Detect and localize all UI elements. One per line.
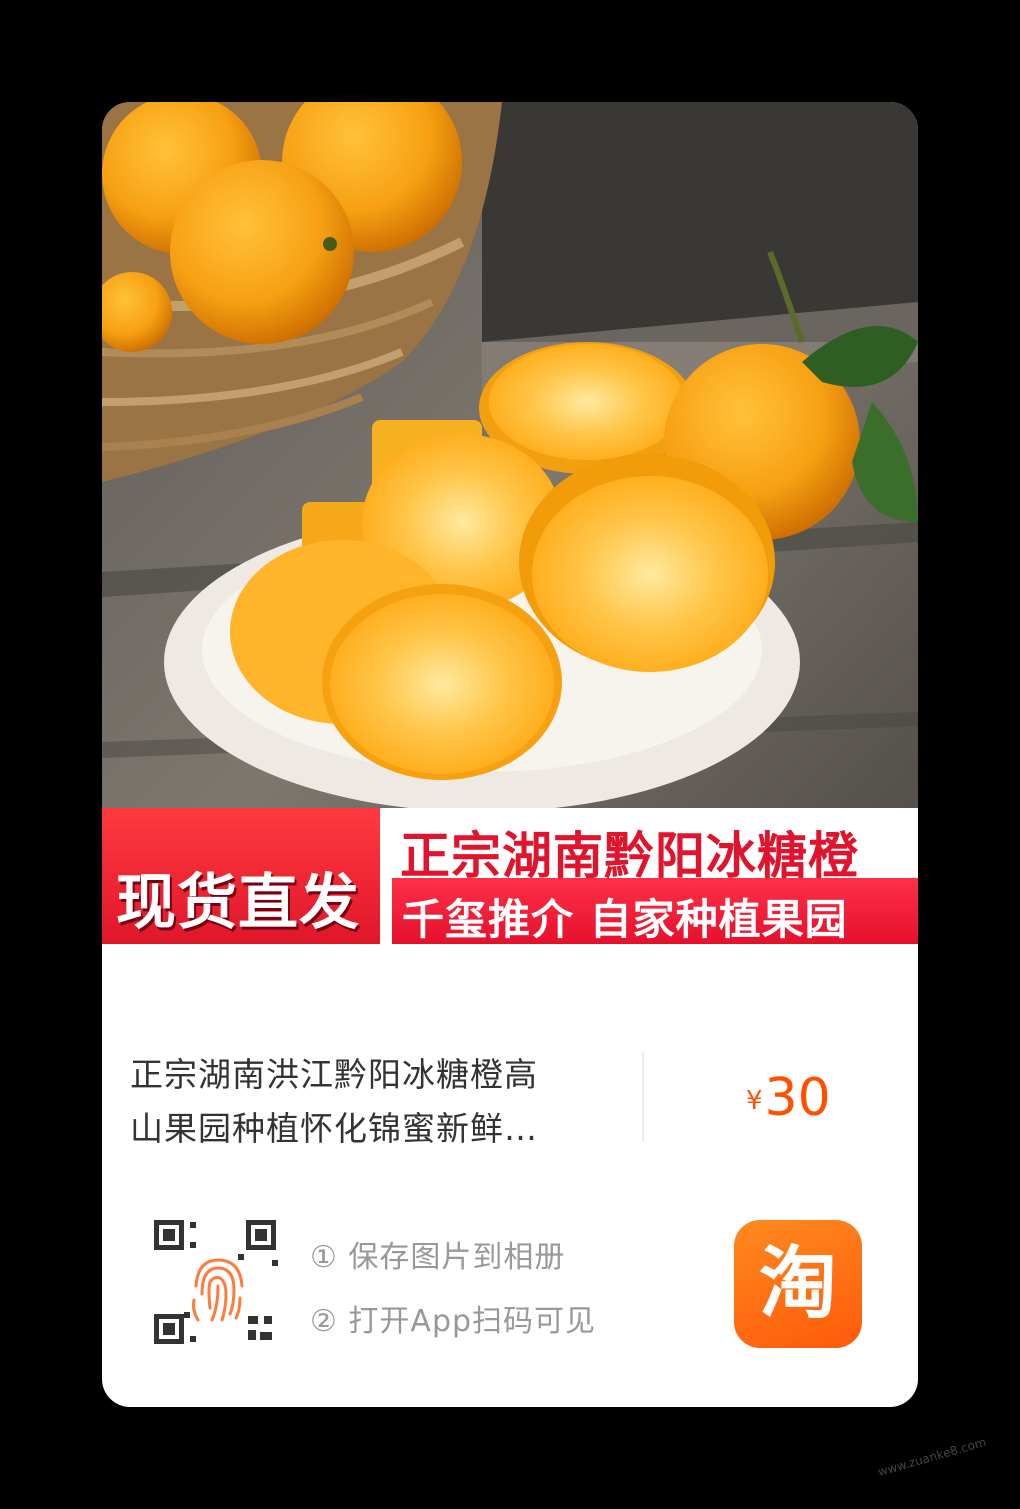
divider — [642, 1052, 644, 1142]
fingerprint-qr-icon — [154, 1220, 278, 1344]
price: ¥30 — [746, 1068, 831, 1128]
qr-code[interactable] — [154, 1220, 282, 1348]
promo-banner: 现货直发 正宗湖南黔阳冰糖橙 千玺推介 自家种植果园 — [102, 808, 918, 944]
banner-tag: 现货直发 — [116, 868, 360, 938]
product-photo: 现货直发 正宗湖南黔阳冰糖橙 千玺推介 自家种植果园 — [102, 102, 918, 944]
step-open-app: ② 打开App扫码可见 — [310, 1304, 597, 1339]
step-save-image: ① 保存图片到相册 — [310, 1240, 566, 1275]
banner-title: 正宗湖南黔阳冰糖橙 — [400, 827, 859, 885]
product-share-card: 现货直发 正宗湖南黔阳冰糖橙 千玺推介 自家种植果园 正宗湖南洪江黔阳冰糖橙高 … — [102, 102, 918, 1407]
taobao-icon[interactable]: 淘 — [734, 1220, 862, 1348]
banner-subtitle: 千玺推介 自家种植果园 — [402, 895, 848, 944]
product-title[interactable]: 正宗湖南洪江黔阳冰糖橙高 山果园种植怀化锦蜜新鲜… — [130, 1048, 600, 1156]
product-title-line2: 山果园种植怀化锦蜜新鲜… — [130, 1109, 538, 1148]
watermark: www.zuanke8.com — [876, 1434, 988, 1480]
price-currency: ¥ — [746, 1086, 763, 1116]
price-value: 30 — [764, 1068, 831, 1128]
product-title-line1: 正宗湖南洪江黔阳冰糖橙高 — [130, 1055, 538, 1094]
